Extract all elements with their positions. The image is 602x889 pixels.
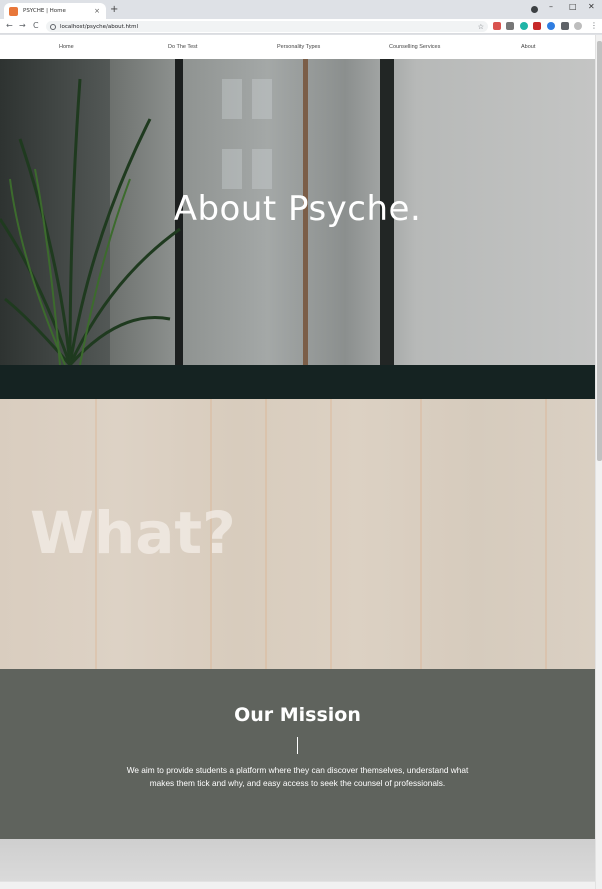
site-info-icon[interactable] — [50, 23, 56, 30]
nav-link-do-the-test[interactable]: Do The Test — [168, 44, 197, 50]
nav-link-about[interactable]: About — [521, 44, 535, 50]
wood-grain — [330, 399, 332, 669]
what-section: What? — [0, 399, 595, 669]
reload-button[interactable]: C — [33, 21, 39, 31]
tab-close-icon[interactable]: × — [93, 7, 101, 15]
nav-link-counselling-services[interactable]: Counselling Services — [389, 44, 440, 50]
wood-grain — [420, 399, 422, 669]
site-favicon-icon — [9, 6, 18, 16]
what-heading: What? — [30, 499, 236, 567]
web-page: Home Do The Test Personality Types Couns… — [0, 35, 595, 889]
site-navigation: Home Do The Test Personality Types Couns… — [0, 35, 595, 59]
hero-title: About Psyche. — [173, 189, 422, 229]
hero-building-window — [252, 149, 272, 189]
dark-divider-band — [0, 365, 595, 399]
mission-text: We aim to provide students a platform wh… — [126, 765, 469, 788]
profile-indicator-icon[interactable] — [531, 6, 538, 13]
minimize-button[interactable]: – — [549, 2, 553, 11]
horizontal-scrollbar[interactable] — [0, 881, 595, 889]
profile-avatar-icon[interactable] — [574, 22, 582, 30]
browser-menu-icon[interactable]: ⋮ — [590, 21, 598, 31]
nav-link-home[interactable]: Home — [59, 44, 74, 50]
extension-teal-icon[interactable] — [520, 22, 528, 30]
address-url[interactable]: localhost/psyche/about.html — [60, 24, 478, 30]
browser-toolbar: ← → C localhost/psyche/about.html ☆ ⋮ — [0, 19, 602, 34]
mission-divider — [297, 737, 298, 754]
hero-building-window — [222, 149, 242, 189]
extension-blue-icon[interactable] — [547, 22, 555, 30]
extension-pdf-icon[interactable] — [533, 22, 541, 30]
back-button[interactable]: ← — [6, 21, 13, 31]
wood-grain — [265, 399, 267, 669]
vertical-scrollbar[interactable] — [595, 35, 602, 889]
maximize-button[interactable]: □ — [569, 2, 577, 11]
nav-link-personality-types[interactable]: Personality Types — [277, 44, 320, 50]
new-tab-button[interactable]: + — [110, 4, 118, 16]
mission-title: Our Mission — [234, 704, 361, 726]
mission-section: Our Mission We aim to provide students a… — [0, 669, 595, 839]
tab-title: PSYCHE | Home — [23, 8, 66, 14]
browser-tab-bar: PSYCHE | Home × + – □ ✕ — [0, 0, 602, 19]
extension-generic-icon[interactable] — [506, 22, 514, 30]
close-window-button[interactable]: ✕ — [588, 2, 595, 11]
browser-tab[interactable]: PSYCHE | Home × — [4, 3, 106, 19]
extension-pocket-icon[interactable] — [493, 22, 501, 30]
hero-building-window — [252, 79, 272, 119]
bookmark-star-icon[interactable]: ☆ — [478, 23, 484, 31]
scrollbar-thumb[interactable] — [597, 41, 602, 461]
wood-grain — [545, 399, 547, 669]
address-bar[interactable]: localhost/psyche/about.html ☆ — [46, 21, 488, 32]
hero-building-window — [222, 79, 242, 119]
hero-section: About Psyche. — [0, 59, 595, 365]
forward-button[interactable]: → — [19, 21, 26, 31]
extensions-puzzle-icon[interactable] — [561, 22, 569, 30]
